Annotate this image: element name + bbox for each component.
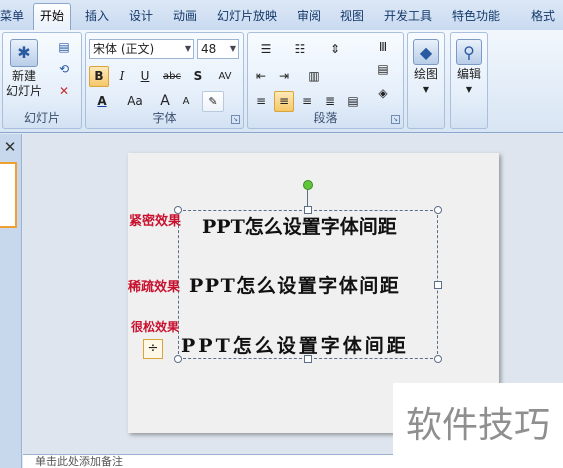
tab-insert[interactable]: 插入 xyxy=(85,7,109,29)
drawing-label: 绘图 xyxy=(413,67,438,81)
tab-review[interactable]: 审阅 xyxy=(297,7,321,29)
text-line-loose[interactable]: PPT怎么设置字体间距 xyxy=(189,271,400,298)
watermark: 软件技巧 xyxy=(393,383,563,468)
editing-group[interactable]: ⚲ 编辑 ▼ xyxy=(450,32,488,129)
binoculars-icon: ⚲ xyxy=(456,39,482,65)
drawing-button[interactable]: ◆ 绘图 ▼ xyxy=(410,39,442,97)
autofit-options-icon[interactable]: ÷ xyxy=(143,339,163,359)
italic-button[interactable]: I xyxy=(112,66,132,87)
bullets-icon[interactable]: ☰ xyxy=(251,39,281,60)
editing-dropdown-icon: ▼ xyxy=(465,85,473,94)
shadow-button[interactable]: S xyxy=(189,66,207,87)
font-name-combo[interactable]: 宋体 (正文) ▼ xyxy=(89,39,194,59)
ribbon-tab-bar: 菜单 开始 插入 设计 动画 幻灯片放映 审阅 视图 开发工具 特色功能 格式 xyxy=(0,0,563,31)
tab-format[interactable]: 格式 xyxy=(531,7,555,29)
resize-handle-tr[interactable] xyxy=(434,206,442,214)
resize-handle-br[interactable] xyxy=(434,355,442,363)
rotate-handle-line xyxy=(307,190,308,207)
slides-group-label: 幻灯片 xyxy=(23,111,60,125)
tab-design[interactable]: 设计 xyxy=(129,7,153,29)
new-slide-button[interactable]: ✱ 新建 幻灯片 xyxy=(5,39,43,99)
columns-icon[interactable]: ▥ xyxy=(300,66,328,87)
text-line-tight[interactable]: PPT怎么设置字体间距 xyxy=(202,212,397,239)
tab-view[interactable]: 视图 xyxy=(340,7,364,29)
label-very-loose: 很松效果 xyxy=(131,320,180,334)
reset-icon[interactable]: ⟲ xyxy=(51,59,77,80)
paragraph-group-label: 段落 xyxy=(313,111,338,125)
font-name-value: 宋体 (正文) xyxy=(93,42,155,56)
line-spacing-icon[interactable]: ⇕ xyxy=(321,39,349,60)
tab-developer[interactable]: 开发工具 xyxy=(384,7,432,29)
new-slide-label: 新建 xyxy=(11,69,36,83)
align-text-icon[interactable]: ▤ xyxy=(369,59,397,80)
slide-thumbnail[interactable] xyxy=(0,162,17,228)
tab-special[interactable]: 特色功能 xyxy=(452,7,500,29)
underline-button[interactable]: U xyxy=(135,66,155,87)
char-spacing-button[interactable]: AV xyxy=(210,66,240,87)
numbering-icon[interactable]: ☷ xyxy=(285,39,315,60)
font-dialog-launcher-icon[interactable]: ↘ xyxy=(231,115,240,124)
font-size-combo[interactable]: 48 ▼ xyxy=(197,39,239,59)
slides-group: ✱ 新建 幻灯片 ▤ ⟲ ✕ 幻灯片 xyxy=(2,32,82,129)
label-loose: 稀疏效果 xyxy=(128,280,181,295)
editing-label: 编辑 xyxy=(456,67,481,81)
tab-home[interactable]: 开始 xyxy=(33,3,72,31)
decrease-indent-icon[interactable]: ⇤ xyxy=(251,66,271,87)
drawing-dropdown-icon: ▼ xyxy=(422,85,430,94)
resize-handle-right[interactable] xyxy=(434,281,442,289)
editing-button[interactable]: ⚲ 编辑 ▼ xyxy=(453,39,485,97)
rotate-handle[interactable] xyxy=(303,180,313,190)
new-slide-icon: ✱ xyxy=(10,39,38,67)
tab-slideshow[interactable]: 幻灯片放映 xyxy=(217,7,277,29)
strike-button[interactable]: abc xyxy=(158,66,186,87)
smartart-icon[interactable]: ◈ xyxy=(369,83,397,104)
layout-icon[interactable]: ▤ xyxy=(51,37,77,58)
font-group-label: 字体 xyxy=(152,111,177,125)
new-slide-label2: 幻灯片 xyxy=(5,84,42,98)
tab-animation[interactable]: 动画 xyxy=(173,7,197,29)
font-group: 宋体 (正文) ▼ 48 ▼ B I U abc S AV A Aa A A ✎ 字… xyxy=(85,32,244,129)
text-line-very-loose[interactable]: PPT怎么设置字体间距 xyxy=(181,331,409,358)
increase-indent-icon[interactable]: ⇥ xyxy=(274,66,294,87)
text-direction-icon[interactable]: Ⅲ xyxy=(369,37,397,58)
paragraph-group: ☰ ☷ ⇕ Ⅲ ⇤ ⇥ ▥ ▤ ≡ ≡ ≡ ≣ ▤ ◈ 段落 ↘ xyxy=(247,32,404,129)
label-tight: 紧密效果 xyxy=(129,214,182,229)
font-size-value: 48 xyxy=(201,42,217,56)
tab-menu[interactable]: 菜单 xyxy=(0,7,24,29)
drawing-group[interactable]: ◆ 绘图 ▼ xyxy=(407,32,445,129)
close-panel-icon[interactable]: ✕ xyxy=(0,138,20,156)
ribbon: ✱ 新建 幻灯片 ▤ ⟲ ✕ 幻灯片 宋体 (正文) ▼ 48 ▼ B I U ab… xyxy=(0,30,563,133)
bold-button[interactable]: B xyxy=(89,66,109,87)
paragraph-dialog-launcher-icon[interactable]: ↘ xyxy=(391,115,400,124)
shapes-icon: ◆ xyxy=(413,39,439,65)
delete-slide-icon[interactable]: ✕ xyxy=(51,81,77,102)
